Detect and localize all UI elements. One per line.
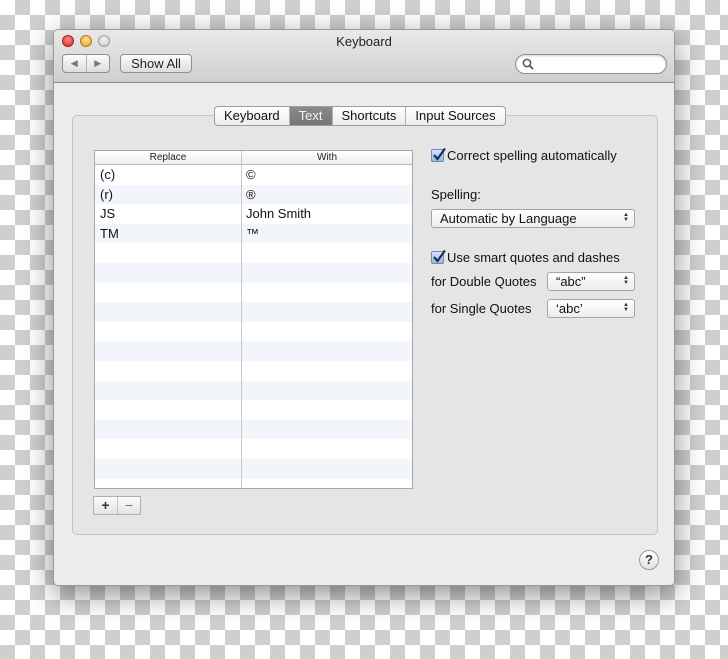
tab-shortcuts[interactable]: Shortcuts [333,107,407,125]
empty-row [95,360,412,381]
correct-spelling-option[interactable]: Correct spelling automatically [431,147,617,163]
with-cell: ™ [246,225,259,241]
smart-quotes-checkbox[interactable] [431,249,446,264]
empty-row [95,439,412,459]
checkmark-icon [433,249,446,263]
correct-spelling-checkbox[interactable] [431,147,446,162]
table-body: (c) © (r) ® JS John Smith TM ™ [95,165,412,488]
single-quotes-label: for Single Quotes [431,301,532,316]
popup-arrows-icon: ▲ ▼ [623,302,629,313]
column-header-with[interactable]: With [242,151,412,164]
add-remove-control: + − [93,496,141,515]
empty-row [95,321,412,342]
smart-quotes-label: Use smart quotes and dashes [447,250,620,265]
forward-arrow-icon: ▶ [94,58,102,68]
table-row[interactable]: (c) © [95,165,412,185]
spelling-language-value: Automatic by Language [440,211,577,226]
single-quotes-value: ‘abc’ [556,301,583,316]
popup-arrows-icon: ▲ ▼ [623,275,629,286]
empty-row [95,262,412,283]
table-row[interactable]: (r) ® [95,184,412,205]
search-icon [522,58,534,70]
tab-bar: Keyboard Text Shortcuts Input Sources [214,106,506,126]
spelling-label: Spelling: [431,187,481,202]
smart-quotes-option[interactable]: Use smart quotes and dashes [431,249,620,265]
empty-row [95,302,412,322]
tab-input-sources[interactable]: Input Sources [406,107,504,125]
empty-row [95,380,412,401]
back-arrow-icon: ◀ [70,58,78,68]
text-replacement-table[interactable]: Replace With (c) © (r) ® JS John Smith T… [94,150,413,489]
double-quotes-label: for Double Quotes [431,274,537,289]
search-field[interactable] [515,54,667,74]
back-button[interactable]: ◀ [63,55,86,72]
add-button[interactable]: + [94,497,117,514]
empty-row [95,478,412,488]
empty-row [95,458,412,479]
empty-row [95,243,412,263]
with-cell: John Smith [246,206,312,222]
tab-keyboard[interactable]: Keyboard [215,107,290,125]
title-bar: Keyboard ◀ ▶ Show All [54,30,674,83]
keyboard-preferences-window: Keyboard ◀ ▶ Show All Keyboard Text Shor… [53,29,675,586]
single-quotes-popup[interactable]: ‘abc’ ▲ ▼ [547,299,635,318]
empty-row [95,341,412,361]
with-cell: © [246,167,256,182]
help-button[interactable]: ? [639,550,659,570]
double-quotes-value: “abc” [556,274,586,289]
back-forward-control: ◀ ▶ [62,54,110,73]
replace-cell: (r) [95,184,242,205]
tab-text[interactable]: Text [289,107,333,125]
search-input[interactable] [536,56,661,72]
correct-spelling-label: Correct spelling automatically [447,148,617,163]
replace-cell: TM [95,223,242,244]
replace-cell: (c) [95,165,242,185]
show-all-button[interactable]: Show All [120,54,192,73]
checkmark-icon [433,147,446,161]
forward-button[interactable]: ▶ [85,55,110,72]
with-cell: ® [246,186,256,202]
empty-row [95,400,412,420]
table-row[interactable]: JS John Smith [95,204,412,224]
window-title: Keyboard [336,34,392,49]
double-quotes-popup[interactable]: “abc” ▲ ▼ [547,272,635,291]
popup-arrows-icon: ▲ ▼ [623,212,629,223]
empty-row [95,282,412,303]
table-header: Replace With [95,151,412,165]
remove-button[interactable]: − [117,497,140,514]
replace-cell: JS [95,204,242,224]
spelling-language-popup[interactable]: Automatic by Language ▲ ▼ [431,209,635,228]
empty-row [95,419,412,440]
table-row[interactable]: TM ™ [95,223,412,244]
column-header-replace[interactable]: Replace [95,151,242,164]
